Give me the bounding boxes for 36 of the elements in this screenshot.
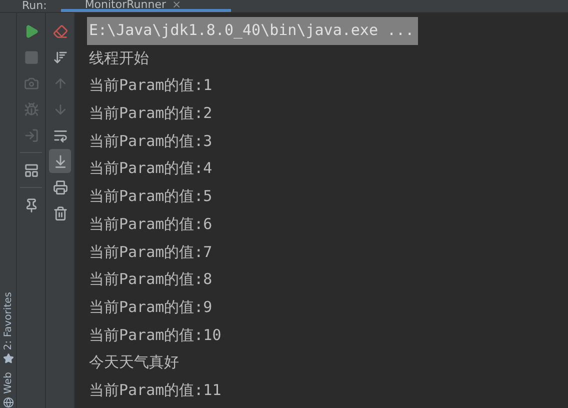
side-tab[interactable]: Web [2,372,14,394]
trash-icon [52,206,68,220]
globe-icon [2,397,14,408]
console-line: 当前Param的值:11 [88,380,222,401]
scroll-to-end-icon [52,154,68,168]
console-line: 今天天气真好 [88,352,180,374]
star-icon [2,353,14,364]
run-label: Run: [22,0,47,12]
down-arrow-icon [52,102,68,116]
scroll-to-end-button[interactable] [49,149,71,173]
console-line: 当前Param的值:7 [88,242,214,262]
tab-title: MonitorRunner [84,0,166,9]
console-line: 当前Param的值:8 [88,269,214,290]
run-tab[interactable]: MonitorRunner × [60,0,231,12]
pin-icon [24,198,38,212]
close-tab-button[interactable]: × [172,0,182,9]
console-line: 当前Param的值:1 [88,75,214,96]
console-line: 线程开始 [88,48,150,69]
run-icon [24,24,38,38]
print-icon [52,180,68,194]
console-line: 当前Param的值:9 [88,296,214,318]
bug-icon [24,102,38,116]
console-line: 当前Param的值:3 [88,130,214,152]
camera-icon [24,76,38,90]
console-line: 当前Param的值:5 [88,186,214,208]
console-line: 当前Param的值:10 [88,324,222,346]
eraser-icon [52,24,68,38]
console-line: 当前Param的值:2 [88,103,214,124]
stop-icon [24,50,38,64]
exit-icon [24,128,38,142]
console-line: 当前Param的值:4 [88,158,214,180]
sort-icon [52,50,68,64]
layout-icon [24,162,38,178]
side-tab[interactable]: 2: Favorites [2,292,14,350]
wrap-icon [52,128,68,142]
console-line: 当前Param的值:6 [88,214,214,235]
